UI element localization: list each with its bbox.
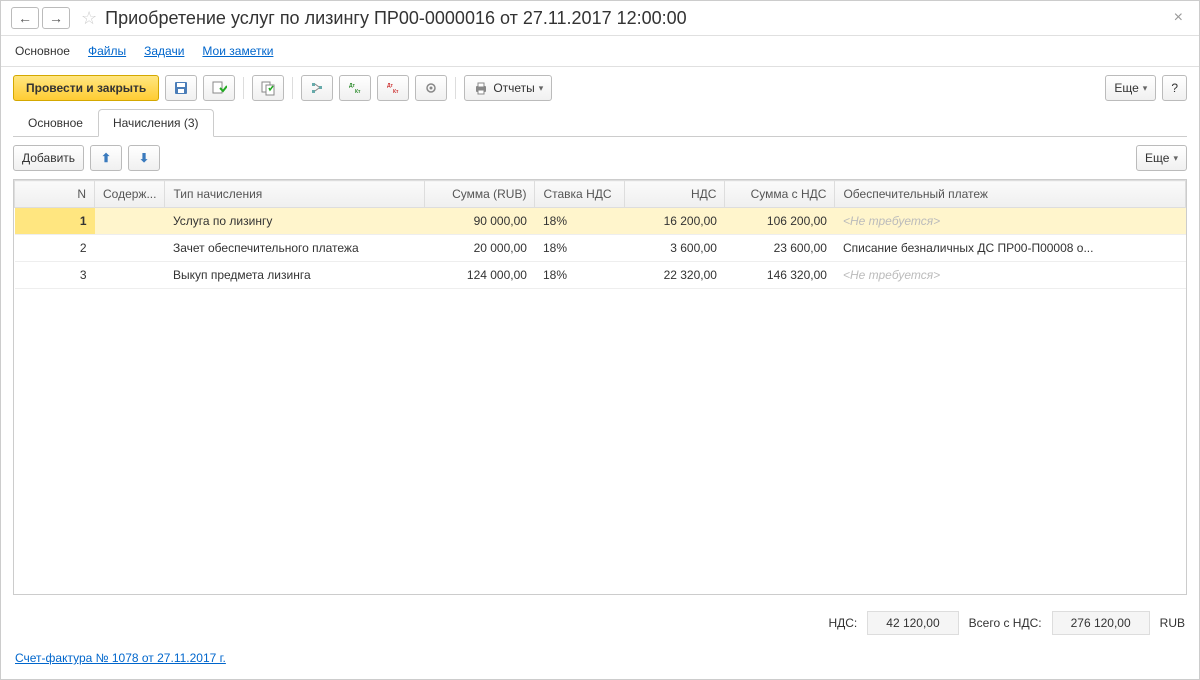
cell-n[interactable]: 2 bbox=[15, 235, 95, 262]
reports-label: Отчеты bbox=[493, 81, 534, 95]
cell-security[interactable]: <Не требуется> bbox=[835, 262, 1186, 289]
col-security[interactable]: Обеспечительный платеж bbox=[835, 181, 1186, 208]
cell-vatrate[interactable]: 18% bbox=[535, 235, 625, 262]
col-content[interactable]: Содерж... bbox=[95, 181, 165, 208]
cell-n[interactable]: 1 bbox=[15, 208, 95, 235]
cell-vat[interactable]: 22 320,00 bbox=[625, 262, 725, 289]
link-tab-files[interactable]: Файлы bbox=[88, 44, 126, 58]
cell-content[interactable] bbox=[95, 262, 165, 289]
cell-amount[interactable]: 90 000,00 bbox=[425, 208, 535, 235]
dt-kr-green-icon: ДтКт bbox=[347, 80, 363, 96]
col-type[interactable]: Тип начисления bbox=[165, 181, 425, 208]
move-down-button[interactable]: ⬇ bbox=[128, 145, 160, 171]
structure-icon bbox=[309, 80, 325, 96]
create-based-on-button[interactable] bbox=[252, 75, 284, 101]
cell-amount[interactable]: 20 000,00 bbox=[425, 235, 535, 262]
cell-content[interactable] bbox=[95, 208, 165, 235]
link-tab-tasks[interactable]: Задачи bbox=[144, 44, 184, 58]
sub-toolbar: Добавить ⬆ ⬇ Еще bbox=[1, 137, 1199, 179]
cell-type[interactable]: Услуга по лизингу bbox=[165, 208, 425, 235]
gear-icon bbox=[423, 80, 439, 96]
accruals-table-wrap: N Содерж... Тип начисления Сумма (RUB) С… bbox=[13, 179, 1187, 595]
cell-amountwithvat[interactable]: 146 320,00 bbox=[725, 262, 835, 289]
cell-vat[interactable]: 3 600,00 bbox=[625, 235, 725, 262]
more-button[interactable]: Еще bbox=[1105, 75, 1156, 101]
section-tabs: Основное Начисления (3) bbox=[13, 109, 1187, 137]
col-vatrate[interactable]: Ставка НДС bbox=[535, 181, 625, 208]
post-icon bbox=[211, 80, 227, 96]
total-label: Всего с НДС: bbox=[969, 616, 1042, 630]
invoice-link-row: Счет-фактура № 1078 от 27.11.2017 г. bbox=[1, 643, 1199, 679]
col-amount[interactable]: Сумма (RUB) bbox=[425, 181, 535, 208]
cell-security[interactable]: <Не требуется> bbox=[835, 208, 1186, 235]
nav-forward-button[interactable]: → bbox=[42, 7, 70, 29]
vat-value: 42 120,00 bbox=[867, 611, 958, 635]
cell-vatrate[interactable]: 18% bbox=[535, 208, 625, 235]
table-row[interactable]: 1 Услуга по лизингу90 000,0018%16 200,001… bbox=[15, 208, 1186, 235]
save-button[interactable] bbox=[165, 75, 197, 101]
titlebar: ← → ☆ Приобретение услуг по лизингу ПР00… bbox=[1, 1, 1199, 36]
cell-type[interactable]: Зачет обеспечительного платежа bbox=[165, 235, 425, 262]
table-row[interactable]: 3 Выкуп предмета лизинга124 000,0018%22 3… bbox=[15, 262, 1186, 289]
dt-kr-red-icon: ДтКт bbox=[385, 80, 401, 96]
add-button[interactable]: Добавить bbox=[13, 145, 84, 171]
section-tab-main[interactable]: Основное bbox=[13, 109, 98, 137]
svg-text:Кт: Кт bbox=[393, 89, 399, 95]
post-and-close-button[interactable]: Провести и закрыть bbox=[13, 75, 159, 101]
link-tabs: Основное Файлы Задачи Мои заметки bbox=[1, 36, 1199, 67]
settings-button[interactable] bbox=[415, 75, 447, 101]
save-icon bbox=[173, 80, 189, 96]
cell-n[interactable]: 3 bbox=[15, 262, 95, 289]
col-n[interactable]: N bbox=[15, 181, 95, 208]
dt-kr-green-button[interactable]: ДтКт bbox=[339, 75, 371, 101]
col-vat[interactable]: НДС bbox=[625, 181, 725, 208]
footer-totals: НДС: 42 120,00 Всего с НДС: 276 120,00 R… bbox=[1, 603, 1199, 643]
favorite-star-icon[interactable]: ☆ bbox=[81, 8, 97, 29]
svg-text:Кт: Кт bbox=[355, 89, 361, 95]
invoice-link[interactable]: Счет-фактура № 1078 от 27.11.2017 г. bbox=[15, 651, 226, 665]
dt-kr-red-button[interactable]: ДтКт bbox=[377, 75, 409, 101]
cell-amount[interactable]: 124 000,00 bbox=[425, 262, 535, 289]
accruals-table: N Содерж... Тип начисления Сумма (RUB) С… bbox=[14, 180, 1186, 289]
post-button[interactable] bbox=[203, 75, 235, 101]
structure-button[interactable] bbox=[301, 75, 333, 101]
cell-vatrate[interactable]: 18% bbox=[535, 262, 625, 289]
cell-content[interactable] bbox=[95, 235, 165, 262]
reports-button[interactable]: Отчеты bbox=[464, 75, 552, 101]
section-tab-accruals[interactable]: Начисления (3) bbox=[98, 109, 214, 137]
print-icon bbox=[473, 80, 489, 96]
help-button[interactable]: ? bbox=[1162, 75, 1187, 101]
cell-vat[interactable]: 16 200,00 bbox=[625, 208, 725, 235]
link-tab-notes[interactable]: Мои заметки bbox=[202, 44, 273, 58]
currency-label: RUB bbox=[1160, 616, 1185, 630]
page-title: Приобретение услуг по лизингу ПР00-00000… bbox=[105, 8, 1168, 29]
table-row[interactable]: 2 Зачет обеспечительного платежа20 000,00… bbox=[15, 235, 1186, 262]
link-tab-main[interactable]: Основное bbox=[15, 44, 70, 58]
create-based-on-icon bbox=[260, 80, 276, 96]
cell-amountwithvat[interactable]: 23 600,00 bbox=[725, 235, 835, 262]
sub-more-button[interactable]: Еще bbox=[1136, 145, 1187, 171]
vat-label: НДС: bbox=[828, 616, 857, 630]
main-toolbar: Провести и закрыть ДтКт ДтКт Отчеты bbox=[1, 67, 1199, 109]
total-value: 276 120,00 bbox=[1052, 611, 1150, 635]
cell-security[interactable]: Списание безналичных ДС ПР00-П00008 о... bbox=[835, 235, 1186, 262]
close-icon[interactable]: × bbox=[1168, 7, 1189, 29]
cell-amountwithvat[interactable]: 106 200,00 bbox=[725, 208, 835, 235]
move-up-button[interactable]: ⬆ bbox=[90, 145, 122, 171]
col-amountwithvat[interactable]: Сумма с НДС bbox=[725, 181, 835, 208]
cell-type[interactable]: Выкуп предмета лизинга bbox=[165, 262, 425, 289]
nav-back-button[interactable]: ← bbox=[11, 7, 39, 29]
